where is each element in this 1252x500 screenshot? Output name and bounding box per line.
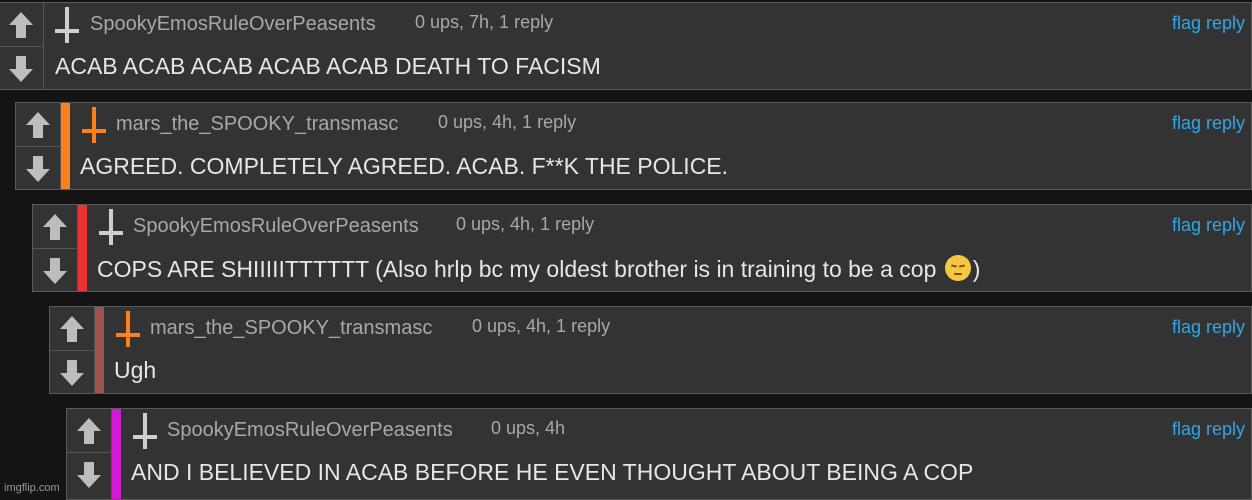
comment-actions: flag reply	[1172, 317, 1245, 338]
thread-color-bar	[95, 307, 104, 393]
arrow-down-icon	[77, 461, 101, 488]
comment-actions: flag reply	[1172, 419, 1245, 440]
flag-link[interactable]: flag	[1172, 317, 1201, 337]
vote-column	[67, 409, 112, 499]
comment: mars_the_SPOOKY_transmasc 0 ups, 4h, 1 r…	[15, 102, 1252, 190]
arrow-up-icon	[9, 11, 33, 38]
comment-text: ACAB ACAB ACAB ACAB ACAB DEATH TO FACISM	[55, 53, 601, 79]
username-link[interactable]: SpookyEmosRuleOverPeasents	[167, 419, 453, 442]
reply-link[interactable]: reply	[1206, 13, 1245, 33]
cross-icon	[55, 7, 79, 43]
downvote-button[interactable]	[0, 47, 43, 90]
comment-meta: 0 ups, 4h, 1 reply	[438, 112, 577, 132]
vote-column	[0, 3, 44, 89]
comment-actions: flag reply	[1172, 215, 1245, 236]
comment-text-main: COPS ARE SHIIIIITTTTTT (Also hrlp bc my …	[97, 256, 943, 282]
thread-color-bar	[112, 409, 121, 499]
comment: SpookyEmosRuleOverPeasents 0 ups, 7h, 1 …	[0, 2, 1252, 90]
comment-text-end: )	[972, 256, 981, 282]
downvote-button[interactable]	[50, 351, 94, 394]
comment-meta: 0 ups, 7h, 1 reply	[415, 12, 554, 32]
arrow-up-icon	[60, 315, 84, 342]
username-link[interactable]: SpookyEmosRuleOverPeasents	[133, 215, 419, 238]
flag-link[interactable]: flag	[1172, 419, 1201, 439]
comment: mars_the_SPOOKY_transmasc 0 ups, 4h, 1 r…	[49, 306, 1252, 394]
upvote-button[interactable]	[16, 103, 60, 147]
reply-link[interactable]: reply	[1206, 419, 1245, 439]
arrow-up-icon	[43, 213, 67, 240]
vote-column	[33, 205, 78, 291]
comment: SpookyEmosRuleOverPeasents 0 ups, 4h, 1 …	[32, 204, 1252, 292]
comment-text: AGREED. COMPLETELY AGREED. ACAB. F**K TH…	[80, 153, 729, 179]
thread-color-bar	[61, 103, 70, 189]
comment-actions: flag reply	[1172, 113, 1245, 134]
downvote-button[interactable]	[67, 453, 111, 496]
arrow-up-icon	[26, 111, 50, 138]
comment-text: AND I BELIEVED IN ACAB BEFORE HE EVEN TH…	[131, 459, 974, 485]
cross-icon	[99, 209, 123, 245]
arrow-down-icon	[26, 155, 50, 182]
cross-icon	[82, 107, 106, 143]
upvote-button[interactable]	[50, 307, 94, 351]
vote-column	[50, 307, 95, 393]
comment-text: Ugh	[114, 357, 157, 383]
comment-actions: flag reply	[1172, 13, 1245, 34]
downvote-button[interactable]	[16, 147, 60, 190]
imgflip-watermark: imgflip.com	[4, 482, 60, 494]
upvote-button[interactable]	[0, 3, 43, 47]
thread-color-bar	[78, 205, 87, 291]
comment-meta: 0 ups, 4h, 1 reply	[456, 214, 595, 234]
cross-icon	[133, 413, 157, 449]
comment-meta: 0 ups, 4h, 1 reply	[472, 316, 611, 336]
comment-meta: 0 ups, 4h	[491, 418, 566, 438]
reply-link[interactable]: reply	[1206, 215, 1245, 235]
downvote-button[interactable]	[33, 249, 77, 292]
arrow-up-icon	[77, 417, 101, 444]
upvote-button[interactable]	[67, 409, 111, 453]
upvote-button[interactable]	[33, 205, 77, 249]
username-link[interactable]: SpookyEmosRuleOverPeasents	[90, 13, 376, 36]
cross-icon	[116, 311, 140, 347]
comment: SpookyEmosRuleOverPeasents 0 ups, 4h fla…	[66, 408, 1252, 500]
arrow-down-icon	[60, 359, 84, 386]
flag-link[interactable]: flag	[1172, 13, 1201, 33]
vote-column	[16, 103, 61, 189]
reply-link[interactable]: reply	[1206, 113, 1245, 133]
reply-link[interactable]: reply	[1206, 317, 1245, 337]
username-link[interactable]: mars_the_SPOOKY_transmasc	[150, 317, 432, 340]
flag-link[interactable]: flag	[1172, 113, 1201, 133]
pensive-face-emoji	[944, 255, 971, 281]
username-link[interactable]: mars_the_SPOOKY_transmasc	[116, 113, 398, 136]
flag-link[interactable]: flag	[1172, 215, 1201, 235]
arrow-down-icon	[9, 55, 33, 82]
comment-text: COPS ARE SHIIIIITTTTTT (Also hrlp bc my …	[97, 255, 980, 283]
arrow-down-icon	[43, 257, 67, 284]
